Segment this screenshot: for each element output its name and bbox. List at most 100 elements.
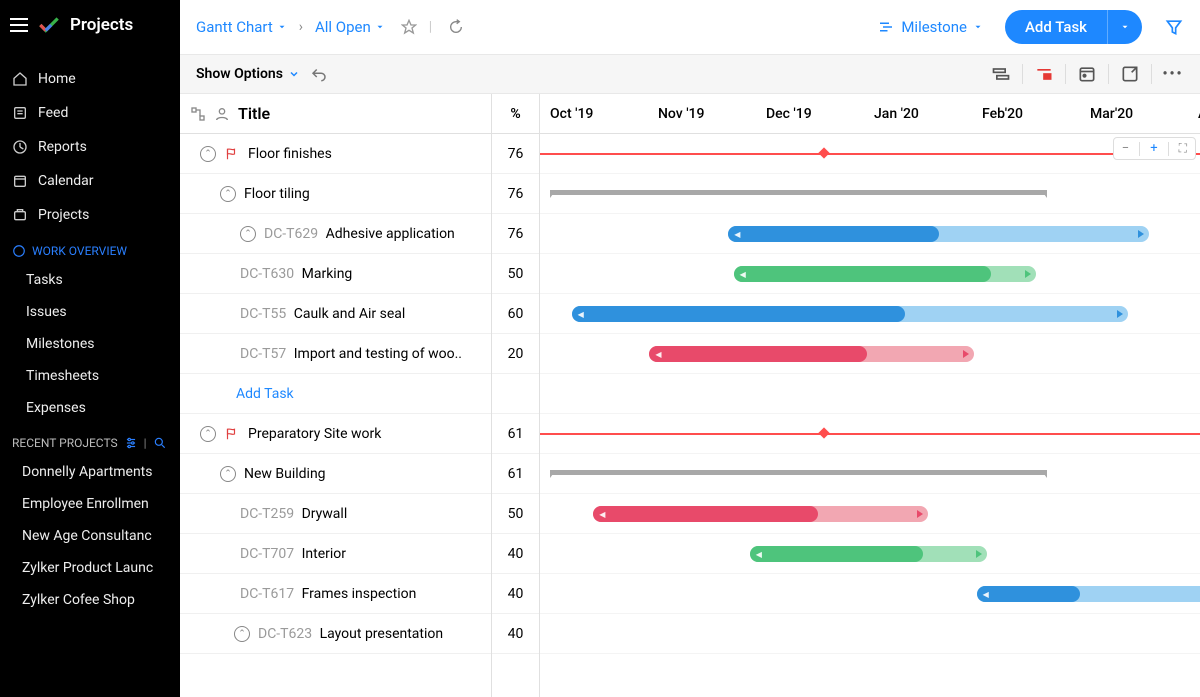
- refresh-icon[interactable]: [448, 19, 464, 35]
- add-task-row[interactable]: Add Task: [180, 374, 491, 414]
- task-bar[interactable]: ◀: [728, 226, 1149, 242]
- user-icon[interactable]: [214, 106, 230, 122]
- milestone-summary-bar[interactable]: [540, 153, 1200, 155]
- bar-handle-right-icon[interactable]: [917, 510, 923, 518]
- bar-handle-right-icon[interactable]: [1117, 310, 1123, 318]
- task-row[interactable]: DC-T259 Drywall: [180, 494, 491, 534]
- bar-handle-right-icon[interactable]: [1025, 270, 1031, 278]
- bar-handle-left-icon[interactable]: ◀: [734, 230, 740, 239]
- collapse-icon[interactable]: ⌃: [240, 226, 256, 242]
- task-row[interactable]: ⌃Floor finishes: [180, 134, 491, 174]
- view-label: Gantt Chart: [196, 18, 273, 36]
- task-id: DC-T57: [240, 346, 290, 362]
- task-row[interactable]: DC-T57 Import and testing of woo..: [180, 334, 491, 374]
- bar-handle-right-icon[interactable]: [963, 350, 969, 358]
- recent-project-item[interactable]: Donnelly Apartments: [0, 456, 180, 488]
- settings-icon[interactable]: [124, 436, 138, 450]
- collapse-icon[interactable]: ⌃: [234, 626, 250, 642]
- bar-mini-toolbar[interactable]: − + ⛶: [1113, 137, 1196, 160]
- task-row[interactable]: DC-T630 Marking: [180, 254, 491, 294]
- bar-handle-left-icon[interactable]: ◀: [655, 350, 661, 359]
- add-task-button[interactable]: Add Task: [1005, 10, 1142, 44]
- recent-project-item[interactable]: Employee Enrollmen: [0, 488, 180, 520]
- main-area: Gantt Chart › All Open | Milestone Add T…: [180, 0, 1200, 697]
- collapse-icon[interactable]: ⌃: [200, 426, 216, 442]
- percent-cell: 76: [492, 174, 539, 214]
- undo-icon[interactable]: [310, 65, 328, 83]
- zoom-out-icon[interactable]: −: [1122, 141, 1129, 156]
- task-row[interactable]: DC-T707 Interior: [180, 534, 491, 574]
- percent-cell: 40: [492, 534, 539, 574]
- chevron-down-icon: [375, 22, 385, 32]
- collapse-icon[interactable]: ⌃: [220, 466, 236, 482]
- hierarchy-icon[interactable]: [190, 106, 206, 122]
- task-bar[interactable]: ◀: [593, 506, 928, 522]
- nav-projects[interactable]: Projects: [0, 198, 180, 232]
- collapse-icon[interactable]: ⌃: [220, 186, 236, 202]
- bar-handle-left-icon[interactable]: ◀: [578, 310, 584, 319]
- menu-toggle-icon[interactable]: [10, 18, 28, 32]
- task-row[interactable]: ⌃Preparatory Site work: [180, 414, 491, 454]
- task-bar[interactable]: ◀: [750, 546, 988, 562]
- recent-project-item[interactable]: New Age Consultanc: [0, 520, 180, 552]
- task-row[interactable]: DC-T55 Caulk and Air seal: [180, 294, 491, 334]
- collapse-icon[interactable]: ⌃: [200, 146, 216, 162]
- toolbar-bars-icon[interactable]: [990, 63, 1012, 85]
- calendar-icon: [12, 173, 28, 189]
- zoom-in-icon[interactable]: +: [1150, 141, 1157, 156]
- nav-reports[interactable]: Reports: [0, 130, 180, 164]
- section-label: RECENT PROJECTS: [12, 436, 118, 450]
- task-row[interactable]: ⌃DC-T629 Adhesive application: [180, 214, 491, 254]
- nav-home[interactable]: Home: [0, 62, 180, 96]
- bar-handle-left-icon[interactable]: ◀: [599, 510, 605, 519]
- chevron-down-icon: [973, 22, 983, 32]
- task-row[interactable]: ⌃DC-T623 Layout presentation: [180, 614, 491, 654]
- add-task-dropdown[interactable]: [1107, 10, 1142, 44]
- filter-icon[interactable]: [1164, 17, 1184, 37]
- subnav-milestones[interactable]: Milestones: [0, 328, 180, 360]
- toolbar-critical-icon[interactable]: [1033, 63, 1055, 85]
- filter-selector[interactable]: All Open: [315, 18, 385, 36]
- group-summary-bar[interactable]: [550, 190, 1047, 195]
- group-summary-bar[interactable]: [550, 470, 1047, 475]
- subnav-issues[interactable]: Issues: [0, 296, 180, 328]
- task-row[interactable]: DC-T617 Frames inspection: [180, 574, 491, 614]
- milestone-selector[interactable]: Milestone: [877, 18, 983, 36]
- fit-icon[interactable]: ⛶: [1179, 141, 1187, 156]
- nav-label: Reports: [38, 139, 87, 155]
- task-bar[interactable]: ◀: [572, 306, 1128, 322]
- work-overview-header: WORK OVERVIEW: [0, 232, 180, 264]
- bar-handle-left-icon[interactable]: ◀: [756, 550, 762, 559]
- view-selector[interactable]: Gantt Chart: [196, 18, 287, 36]
- bar-handle-left-icon[interactable]: ◀: [983, 590, 989, 599]
- toolbar-today-icon[interactable]: [1076, 63, 1098, 85]
- task-bar[interactable]: ◀: [977, 586, 1200, 602]
- toolbar-expand-icon[interactable]: [1119, 63, 1141, 85]
- subnav-tasks[interactable]: Tasks: [0, 264, 180, 296]
- search-icon[interactable]: [153, 436, 167, 450]
- task-title: DC-T630 Marking: [240, 266, 491, 282]
- task-title: DC-T707 Interior: [240, 546, 491, 562]
- task-row[interactable]: ⌃Floor tiling: [180, 174, 491, 214]
- bar-handle-left-icon[interactable]: ◀: [740, 270, 746, 279]
- recent-project-item[interactable]: Zylker Cofee Shop: [0, 584, 180, 616]
- task-id: DC-T259: [240, 506, 298, 522]
- subnav-timesheets[interactable]: Timesheets: [0, 360, 180, 392]
- task-bar[interactable]: ◀: [734, 266, 1036, 282]
- favorite-icon[interactable]: [401, 19, 417, 35]
- task-bar[interactable]: ◀: [649, 346, 974, 362]
- timeline-panel[interactable]: Oct '19Nov '19Dec '19Jan '20Feb'20Mar'20…: [540, 94, 1200, 697]
- more-icon[interactable]: •••: [1162, 63, 1184, 85]
- nav-label: Home: [38, 71, 76, 87]
- nav-calendar[interactable]: Calendar: [0, 164, 180, 198]
- task-row[interactable]: ⌃New Building: [180, 454, 491, 494]
- bar-handle-right-icon[interactable]: [1138, 230, 1144, 238]
- show-options-toggle[interactable]: Show Options: [196, 66, 300, 82]
- add-task-link[interactable]: Add Task: [180, 386, 294, 402]
- recent-project-item[interactable]: Zylker Product Launc: [0, 552, 180, 584]
- milestone-summary-bar[interactable]: [540, 433, 1200, 435]
- timeline-header: Oct '19Nov '19Dec '19Jan '20Feb'20Mar'20…: [540, 94, 1200, 134]
- subnav-expenses[interactable]: Expenses: [0, 392, 180, 424]
- nav-feed[interactable]: Feed: [0, 96, 180, 130]
- bar-handle-right-icon[interactable]: [976, 550, 982, 558]
